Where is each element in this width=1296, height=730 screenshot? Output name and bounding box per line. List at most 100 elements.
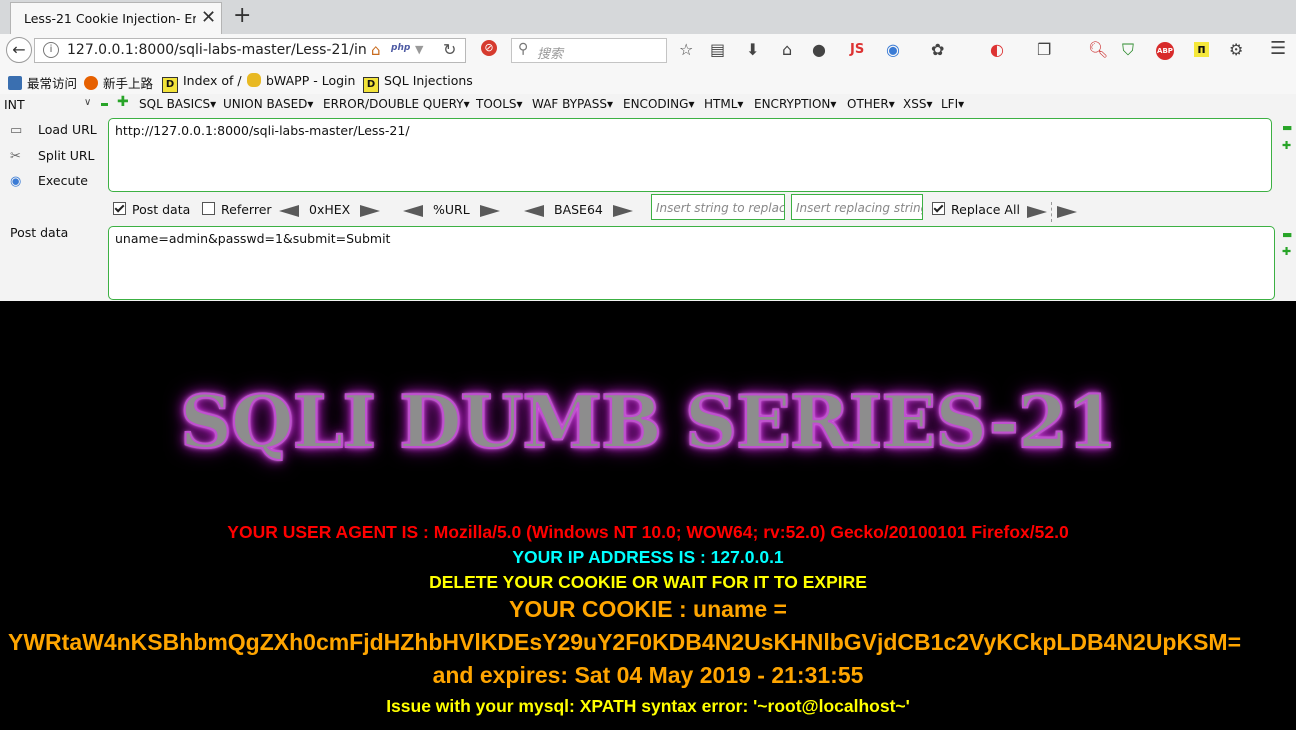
play-icon: ◉ xyxy=(10,174,22,189)
bookmark-index[interactable]: D Index of / xyxy=(162,73,242,93)
url-expand-icon[interactable]: ✚ xyxy=(1282,139,1291,152)
replace-go-control[interactable] xyxy=(1027,202,1077,222)
bookmark-star-icon[interactable]: ☆ xyxy=(679,40,693,59)
menu-waf-bypass[interactable]: WAF BYPASS▾ xyxy=(532,97,613,111)
url-dropdown-icon[interactable]: ▼ xyxy=(415,43,423,56)
noscript-icon[interactable]: ⊘ xyxy=(481,40,497,56)
url-textarea-value: http://127.0.0.1:8000/sqli-labs-master/L… xyxy=(115,123,410,138)
adblock-icon[interactable]: ABP xyxy=(1156,42,1174,60)
mysql-error-text: Issue with your mysql: XPATH syntax erro… xyxy=(386,696,910,716)
checkbox-unchecked[interactable] xyxy=(202,202,215,215)
arrow-right-icon[interactable] xyxy=(360,204,381,217)
arrow-left-icon[interactable] xyxy=(279,204,299,217)
settings-gear-icon[interactable]: ⚙ xyxy=(1229,40,1243,59)
expires-text: and expires: Sat 04 May 2019 - 21:31:55 xyxy=(432,662,864,688)
reload-icon[interactable]: ↻ xyxy=(443,40,456,59)
bookmark-getting-started[interactable]: 新手上路 xyxy=(84,73,153,92)
menu-xss[interactable]: XSS▾ xyxy=(903,97,932,111)
new-tab-button[interactable]: + xyxy=(233,3,251,28)
plus-icon[interactable]: ✚ xyxy=(117,94,129,110)
palette-icon[interactable]: ✿ xyxy=(931,40,944,59)
checkbox-checked[interactable] xyxy=(113,202,126,215)
minus-icon[interactable] xyxy=(101,103,108,106)
arrow-right-icon[interactable] xyxy=(479,204,500,217)
d-icon: D xyxy=(363,77,379,93)
menu-encryption[interactable]: ENCRYPTION▾ xyxy=(754,97,836,111)
menu-other[interactable]: OTHER▾ xyxy=(847,97,895,111)
download-icon[interactable]: ⬇ xyxy=(746,40,759,59)
extension-red-icon[interactable]: ◐ xyxy=(990,40,1004,59)
url-collapse-icon[interactable]: ▬ xyxy=(1282,121,1292,134)
separator xyxy=(1051,202,1053,222)
reading-list-icon[interactable]: ▤ xyxy=(710,40,725,59)
hackbar-panel: INT ∨ ✚ SQL BASICS▾ UNION BASED▾ ERROR/D… xyxy=(0,94,1296,301)
bookmark-label: 新手上路 xyxy=(103,76,154,91)
arrow-right-icon[interactable] xyxy=(1027,206,1047,218)
referrer-checkbox-label: Referrer xyxy=(221,202,272,217)
int-select[interactable]: INT xyxy=(4,97,96,112)
menu-union-based[interactable]: UNION BASED▾ xyxy=(223,97,313,111)
extension-yellow-icon[interactable]: п xyxy=(1194,42,1209,57)
menu-icon[interactable]: ☰ xyxy=(1270,38,1286,59)
d-icon: D xyxy=(162,77,178,93)
hackbar-menu: INT ∨ ✚ SQL BASICS▾ UNION BASED▾ ERROR/D… xyxy=(0,94,1296,116)
bookmark-most-visited[interactable]: 最常访问 xyxy=(8,73,77,92)
post-data-label: Post data xyxy=(10,225,69,240)
chevron-down-icon[interactable]: ∨ xyxy=(84,97,91,108)
translate-icon[interactable]: ◉ xyxy=(886,40,900,59)
menu-html[interactable]: HTML▾ xyxy=(704,97,743,111)
tab-bar: Less-21 Cookie Injection- Er... ✕ + xyxy=(0,0,1296,35)
replace-string-input[interactable]: Insert string to replace xyxy=(651,194,785,220)
arrow-left-icon[interactable] xyxy=(403,204,423,217)
referrer-checkbox[interactable]: Referrer xyxy=(202,202,272,217)
url-text[interactable]: 127.0.0.1:8000/sqli-labs-master/Less-21/… xyxy=(67,42,367,58)
post-expand-icon[interactable]: ✚ xyxy=(1282,245,1291,258)
post-data-checkbox[interactable]: Post data xyxy=(113,202,190,217)
tab-close-icon[interactable]: ✕ xyxy=(201,7,216,28)
zoom-icon[interactable]: 🔍︎ xyxy=(1088,40,1108,59)
menu-sql-basics[interactable]: SQL BASICS▾ xyxy=(139,97,216,111)
post-data-textarea[interactable]: uname=admin&passwd=1&submit=Submit xyxy=(108,226,1275,300)
back-button[interactable]: ← xyxy=(6,37,32,63)
url-encode-label: %URL xyxy=(433,202,470,217)
bookmark-bwapp[interactable]: bWAPP - Login xyxy=(247,73,355,88)
extension-pages-icon[interactable]: ❐ xyxy=(1037,40,1051,59)
split-url-button[interactable]: ✂ Split URL xyxy=(10,148,95,164)
home-page-icon[interactable]: ⌂ xyxy=(371,41,381,59)
arrow-right-icon[interactable] xyxy=(612,204,633,217)
page-title: SQLI DUMB SERIES-21 xyxy=(179,378,1118,465)
arrow-right-icon[interactable] xyxy=(1057,206,1077,218)
load-url-button[interactable]: ▭ Load URL xyxy=(10,122,97,138)
menu-encoding[interactable]: ENCODING▾ xyxy=(623,97,694,111)
url-encode-control[interactable]: %URL xyxy=(403,202,500,217)
php-icon[interactable]: php xyxy=(391,43,410,53)
execute-label: Execute xyxy=(38,173,88,188)
arrow-left-icon[interactable] xyxy=(524,204,544,217)
checkbox-checked[interactable] xyxy=(932,202,945,215)
post-collapse-icon[interactable]: ▬ xyxy=(1282,228,1292,241)
base64-control[interactable]: BASE64 xyxy=(524,202,633,217)
replace-all-checkbox[interactable]: Replace All xyxy=(932,202,1020,217)
search-icon: ⚲ xyxy=(518,41,529,57)
bookmark-label: SQL Injections xyxy=(384,73,473,88)
shield-icon[interactable]: ⛉ xyxy=(1122,40,1134,60)
extension-globe-icon[interactable]: ● xyxy=(812,40,826,59)
execute-button[interactable]: ◉ Execute xyxy=(10,173,88,189)
info-icon[interactable]: i xyxy=(43,42,59,58)
menu-lfi[interactable]: LFI▾ xyxy=(941,97,964,111)
tab-active[interactable]: Less-21 Cookie Injection- Er... ✕ xyxy=(10,2,222,34)
scissors-icon: ✂ xyxy=(10,149,21,164)
cookie-label-text: YOUR COOKIE : uname = xyxy=(509,596,787,622)
url-bar[interactable]: i 127.0.0.1:8000/sqli-labs-master/Less-2… xyxy=(34,38,466,63)
replacing-string-input[interactable]: Insert replacing string xyxy=(791,194,923,220)
bookmark-sql-injections[interactable]: D SQL Injections xyxy=(363,73,473,93)
replace-all-label: Replace All xyxy=(951,202,1020,217)
js-icon[interactable]: JS xyxy=(850,42,864,57)
menu-tools[interactable]: TOOLS▾ xyxy=(476,97,523,111)
menu-error-double-query[interactable]: ERROR/DOUBLE QUERY▾ xyxy=(323,97,470,111)
search-box[interactable]: ⚲ 搜索 xyxy=(511,38,667,63)
url-textarea[interactable]: http://127.0.0.1:8000/sqli-labs-master/L… xyxy=(108,118,1272,192)
home-icon[interactable]: ⌂ xyxy=(782,40,792,59)
hex-encode-control[interactable]: 0xHEX xyxy=(279,202,381,217)
bee-icon xyxy=(247,73,261,87)
